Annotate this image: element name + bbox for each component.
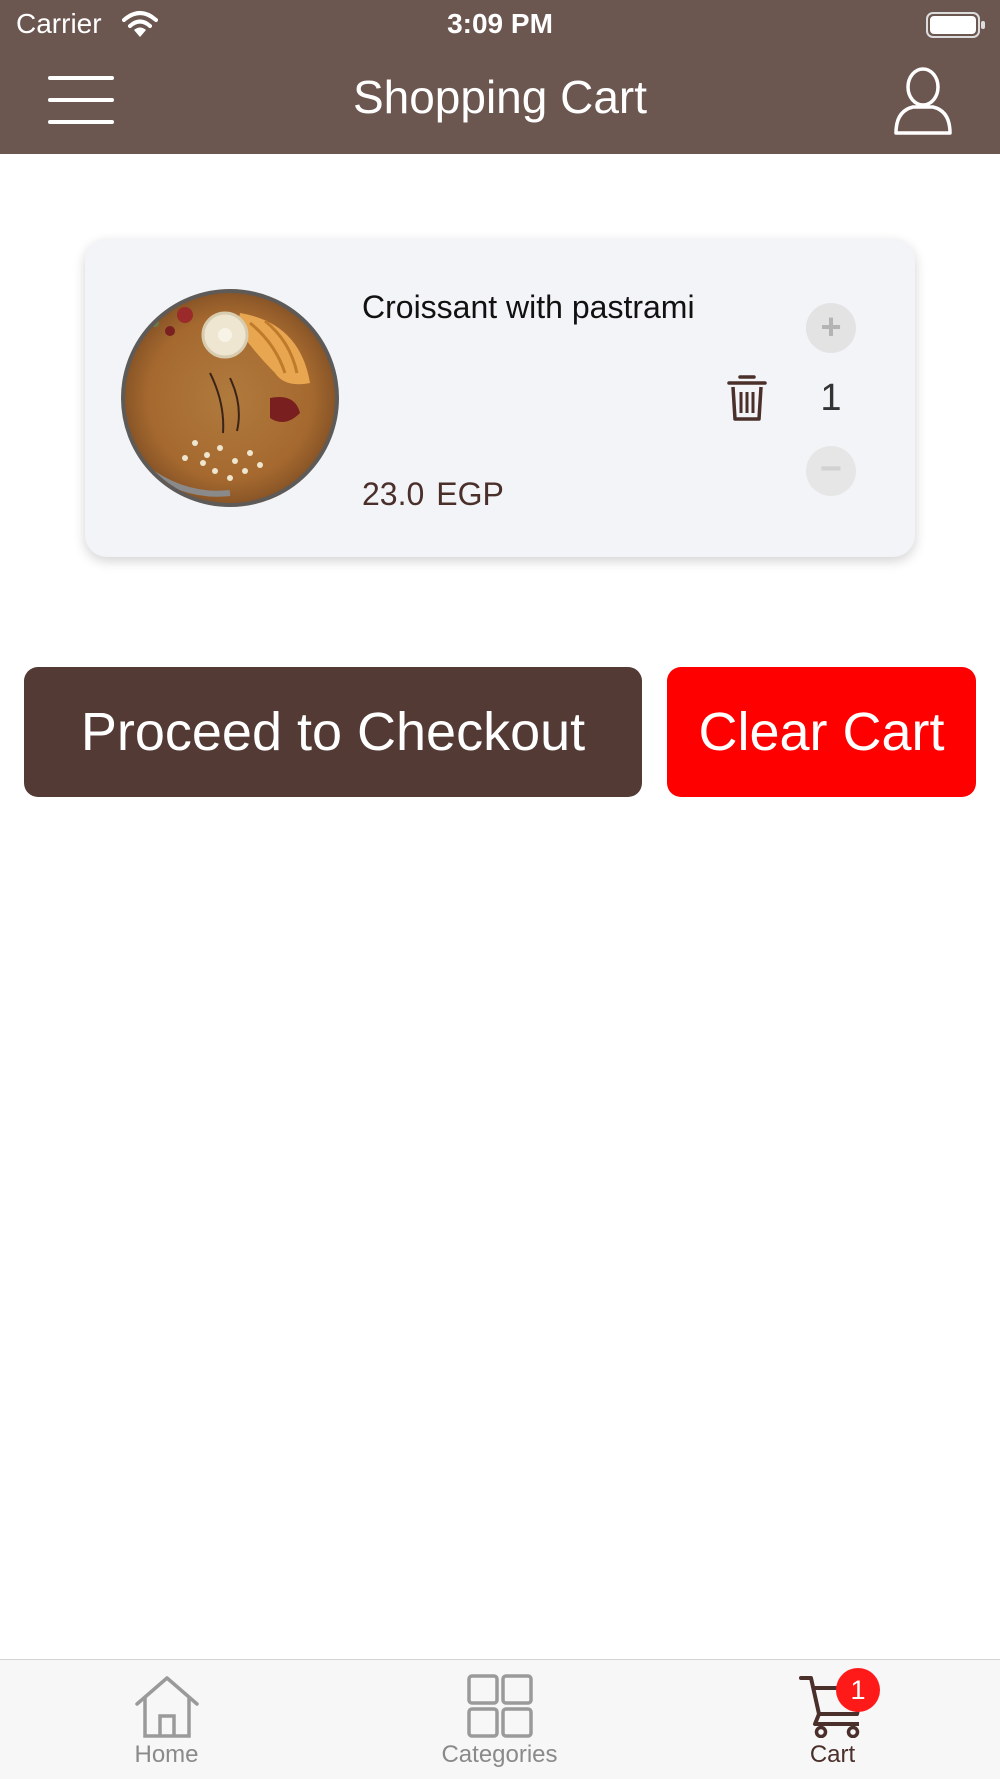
status-bar: Carrier 3:09 PM	[0, 0, 1000, 50]
status-time: 3:09 PM	[447, 8, 553, 39]
page-title: Shopping Cart	[352, 71, 648, 123]
tab-cart[interactable]: Cart	[666, 1660, 999, 1779]
proceed-to-checkout-button[interactable]: Proceed to Checkout	[24, 667, 642, 797]
item-name: Croissant with pastrami	[362, 289, 695, 325]
home-icon	[0, 1674, 333, 1743]
tab-cart-label: Cart	[809, 1741, 856, 1768]
clear-cart-button[interactable]: Clear Cart	[667, 667, 976, 797]
tab-home[interactable]: Home	[0, 1660, 333, 1779]
cart-icon	[666, 1674, 999, 1743]
quantity-value: 1	[820, 377, 842, 419]
battery-icon	[926, 11, 986, 44]
trash-icon[interactable]	[725, 373, 769, 423]
tab-categories-label: Categories	[441, 1741, 558, 1768]
quantity-decrease-button[interactable]: −	[806, 446, 856, 496]
user-profile-icon[interactable]	[893, 65, 953, 137]
item-price: 23.0 EGP	[362, 476, 504, 513]
quantity-increase-button[interactable]: +	[806, 303, 856, 353]
cart-item-card: Croissant with pastrami 23.0 EGP + 1 −	[85, 239, 915, 557]
tab-categories[interactable]: Categories	[333, 1660, 666, 1779]
item-price-value: 23.0	[362, 476, 425, 512]
croissant-photo	[121, 289, 339, 507]
grid-icon	[333, 1674, 666, 1743]
tab-home-label: Home	[134, 1741, 199, 1768]
item-price-currency: EGP	[436, 476, 504, 512]
cart-count-badge: 1	[836, 1668, 880, 1712]
nav-bar: Shopping Cart	[0, 50, 1000, 154]
